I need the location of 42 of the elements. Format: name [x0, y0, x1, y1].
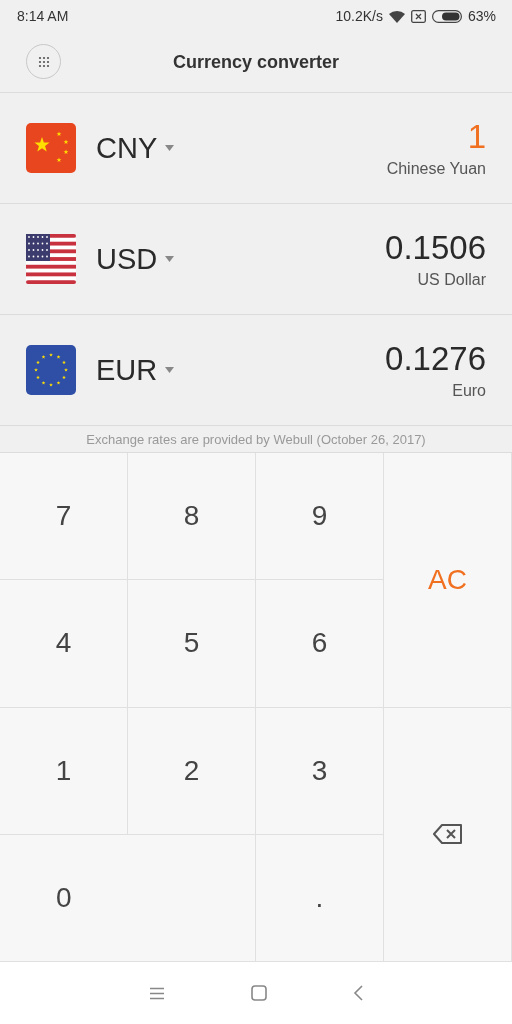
currency-amount: 0.1276 — [385, 340, 486, 378]
digit-key[interactable]: 1 — [0, 707, 128, 835]
battery-icon — [431, 9, 462, 23]
backspace-icon — [432, 824, 463, 845]
currency-row[interactable]: CNY 1 Chinese Yuan — [0, 93, 512, 204]
rates-note: Exchange rates are provided by Webull (October 26, 2017) — [86, 431, 426, 447]
digit-key[interactable]: 7 — [0, 453, 128, 581]
home-icon[interactable] — [251, 985, 267, 1001]
currency-name: US Dollar — [417, 271, 486, 289]
currency-dropdown[interactable]: USD — [96, 242, 175, 276]
menu-icon[interactable] — [149, 986, 165, 1000]
flag-icon — [26, 123, 76, 173]
currency-name: Chinese Yuan — [386, 160, 486, 178]
currency-row[interactable]: USD 0.1506 US Dollar — [0, 204, 512, 315]
flag-icon — [26, 345, 76, 395]
currency-dropdown[interactable]: EUR — [96, 353, 175, 387]
status-time: 8:14 AM — [17, 8, 69, 24]
caret-icon — [165, 367, 175, 373]
currency-row[interactable]: EUR 0.1276 Euro — [0, 315, 512, 426]
currency-amount: 1 — [467, 118, 486, 156]
digit-key[interactable]: . — [256, 834, 384, 962]
digit-key[interactable]: 6 — [256, 580, 384, 708]
digit-key[interactable]: 0 — [0, 834, 256, 962]
digit-key[interactable]: 9 — [256, 453, 384, 581]
caret-icon — [165, 145, 175, 151]
currency-amount: 0.1506 — [385, 229, 486, 267]
digit-key[interactable]: 2 — [128, 707, 256, 835]
currency-dropdown[interactable]: CNY — [96, 131, 175, 165]
digit-key[interactable]: 4 — [0, 580, 128, 708]
sim-card-icon — [410, 9, 426, 23]
digit-key[interactable]: 3 — [256, 707, 384, 835]
wifi-icon — [388, 9, 405, 23]
caret-icon — [165, 256, 175, 262]
flag-icon — [26, 234, 76, 284]
window-title: Currency converter — [172, 51, 340, 73]
digit-key[interactable]: 8 — [128, 453, 256, 581]
digit-key[interactable]: 5 — [128, 580, 256, 708]
grid-dots-icon — [37, 55, 50, 68]
currency-name: Euro — [452, 382, 486, 400]
back-icon[interactable] — [353, 985, 363, 1001]
battery-percent: 63% — [467, 8, 496, 24]
network-speed: 10.2K/s — [335, 8, 383, 24]
